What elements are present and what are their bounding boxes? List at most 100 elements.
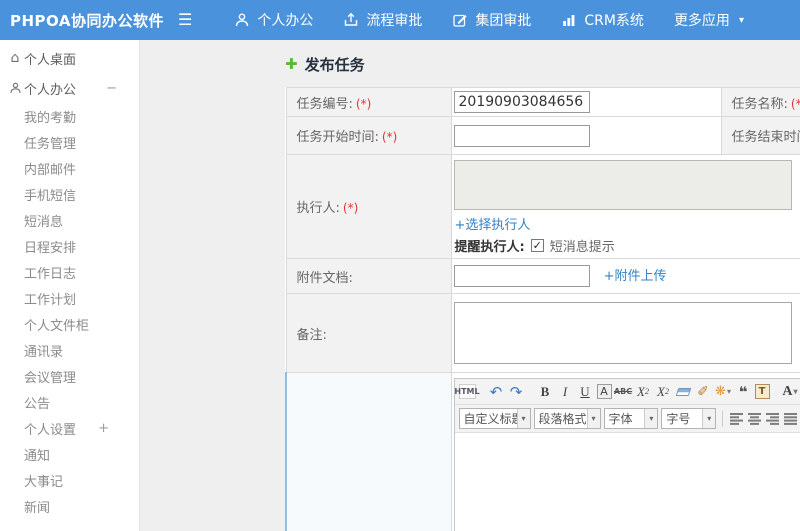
nav-label: CRM系统 [584,13,644,29]
nav-flow-approval[interactable]: 流程审批 [343,10,422,30]
plus-icon: ✚ [285,55,298,73]
custom-title-select[interactable]: 自定义标题▾ [458,408,531,429]
menu-toggle-icon[interactable]: ☰ [178,11,192,28]
description-label: 任务描述:(*) [285,372,452,531]
nav-crm-system[interactable]: CRM系统 [561,10,644,30]
strikethrough-button[interactable]: ABC [614,382,632,401]
editor-content-area[interactable] [454,433,800,531]
caret-down-icon: ▾ [702,409,716,428]
undo-icon[interactable]: ↶ [488,382,505,401]
row-remark: 备注: [285,293,800,373]
sms-remind-checkbox[interactable]: ✓ [530,239,544,252]
font-border-button[interactable]: A [596,384,612,399]
select-executor-link[interactable]: +选择执行人 [455,214,531,233]
sidebar-item-label: 短消息 [24,214,64,230]
nav-group-approval[interactable]: 集团审批 [452,10,531,30]
eraser-icon[interactable] [675,382,692,401]
nav-label: 集团审批 [475,13,532,29]
align-justify-icon[interactable] [783,409,798,428]
sidebar: ⌂ 个人桌面 个人办公 − 我的考勤 任务管理 内部邮件 手机短信 短消息 日程… [0,40,140,531]
divider [722,410,724,427]
sidebar-item-label: 内部邮件 [24,162,77,178]
nav-personal-office[interactable]: 个人办公 [234,10,313,30]
caret-down-icon: ▾ [644,409,658,428]
row-executor: 执行人: (*) +选择执行人 提醒执行人: ✓ 短消息提示 [285,154,800,259]
task-name-label: 任务名称:(*) [720,87,800,117]
caret-down-icon: ▾ [586,409,600,428]
sms-remind-label: 短消息提示 [549,240,615,255]
sidebar-item-file-cabinet[interactable]: 个人文件柜 [0,311,139,337]
font-family-select[interactable]: 字体 ▾ [603,408,659,429]
rich-text-editor: HTML ↶ ↷ B I U A ABC X2 X2 ✐ ❋ ▾ ❝ T A ▾… [453,378,800,531]
sidebar-item-internal-mail[interactable]: 内部邮件 [0,155,139,181]
format-brush-icon[interactable]: ✐ [695,382,712,401]
sidebar-item-my-attendance[interactable]: 我的考勤 [0,103,139,129]
font-size-select[interactable]: 字号 ▾ [661,408,717,429]
font-color-button[interactable]: A ▾ [782,382,799,401]
nav-label: 个人办公 [257,13,314,29]
sidebar-item-label: 公告 [24,396,51,412]
sidebar-item-news[interactable]: 新闻 [0,493,139,519]
html-source-button[interactable]: HTML [455,384,480,399]
app-logo: PHPOA协同办公软件 [10,11,164,30]
sidebar-item-meeting-management[interactable]: 会议管理 [0,363,139,389]
executor-textarea[interactable] [453,160,792,210]
sidebar-item-label: 手机短信 [24,188,77,204]
editor-toolbar-row1: HTML ↶ ↷ B I U A ABC X2 X2 ✐ ❋ ▾ ❝ T A ▾ [454,379,800,405]
start-time-input[interactable] [453,124,590,147]
task-form: 任务编号:(*) 任务名称:(*) 任务开始时间:(*) 任务结束时 [285,87,800,531]
start-time-label: 任务开始时间: (*) [285,116,452,155]
remark-textarea[interactable] [453,302,792,364]
sidebar-item-notice[interactable]: 通知 [0,441,139,467]
auto-typeset-icon[interactable]: ❋ ▾ [715,382,732,401]
underline-button[interactable]: U [577,382,594,401]
align-center-icon[interactable] [747,409,762,428]
row-task-time: 任务开始时间:(*) 任务结束时间:(*) [285,116,800,155]
expand-icon[interactable]: + [98,421,109,436]
superscript-button[interactable]: X2 [635,382,652,401]
remind-executor-label: 提醒执行人: [454,240,525,255]
attachment-upload-link[interactable]: +附件上传 [604,269,667,284]
row-description: 任务描述:(*) HTML ↶ ↷ B I U A [285,372,800,531]
sidebar-item-label: 通知 [24,448,51,464]
sidebar-item-personal-settings[interactable]: 个人设置 + [0,415,139,441]
italic-button[interactable]: I [557,382,574,401]
remark-label: 备注: [285,293,452,373]
sidebar-item-contacts[interactable]: 通讯录 [0,337,139,363]
sidebar-item-label: 个人桌面 [24,52,77,68]
align-left-icon[interactable] [729,409,744,428]
sidebar-item-memorabilia[interactable]: 大事记 [0,467,139,493]
paragraph-format-select[interactable]: 段落格式 ▾ [533,408,601,429]
sidebar-item-work-log[interactable]: 工作日志 [0,259,139,285]
sidebar-item-short-message[interactable]: 短消息 [0,207,139,233]
top-nav: 个人办公 流程审批 集团审批 CRM系统 更多应用 ▾ [234,10,744,30]
nav-label: 流程审批 [366,13,423,29]
user-icon [7,82,23,95]
nav-more-apps[interactable]: 更多应用 ▾ [674,10,744,30]
sidebar-item-personal-office[interactable]: 个人办公 − [0,73,139,103]
sidebar-item-mobile-sms[interactable]: 手机短信 [0,181,139,207]
bold-button[interactable]: B [537,382,554,401]
required-marker: (*) [355,96,372,111]
sidebar-item-announcement[interactable]: 公告 [0,389,139,415]
paste-text-icon[interactable]: T [754,384,770,399]
collapse-icon[interactable]: − [106,81,117,96]
sidebar-item-label: 个人办公 [24,82,77,98]
sidebar-item-label: 日程安排 [24,240,77,256]
sidebar-item-personal-desktop[interactable]: ⌂ 个人桌面 [0,43,139,73]
main-content: ✚ 发布任务 任务编号:(*) 任务名称:(*) 任务开始时间:(*) [141,40,800,531]
caret-down-icon: ▾ [738,14,744,26]
blockquote-icon[interactable]: ❝ [735,382,752,401]
sidebar-item-schedule[interactable]: 日程安排 [0,233,139,259]
home-icon: ⌂ [10,50,20,66]
redo-icon[interactable]: ↷ [508,382,525,401]
attachment-label: 附件文档: [285,258,452,294]
task-number-input[interactable] [453,91,590,113]
sidebar-item-label: 任务管理 [24,136,77,152]
subscript-button[interactable]: X2 [655,382,672,401]
sidebar-item-work-plan[interactable]: 工作计划 [0,285,139,311]
sidebar-item-task-management[interactable]: 任务管理 [0,129,139,155]
sidebar-item-label: 新闻 [24,500,51,516]
attachment-input[interactable] [453,265,590,287]
align-right-icon[interactable] [765,409,780,428]
